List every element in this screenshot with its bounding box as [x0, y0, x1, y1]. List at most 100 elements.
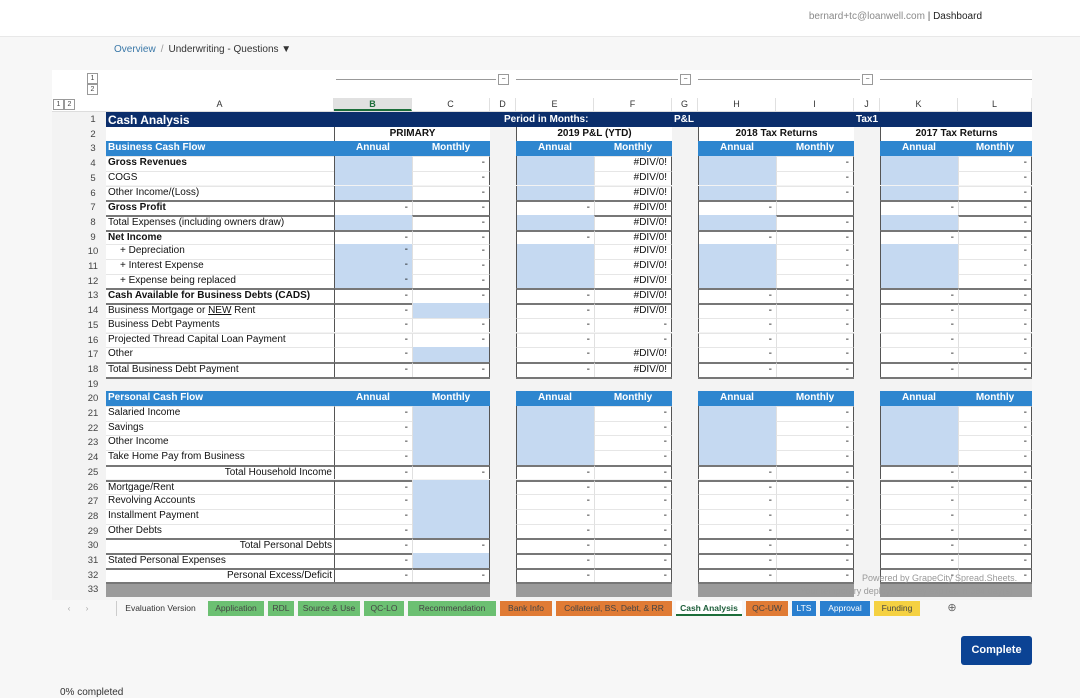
value-cell[interactable]: - — [334, 523, 412, 539]
value-cell[interactable]: - — [776, 229, 854, 245]
value-cell[interactable]: - — [776, 332, 854, 348]
value-cell[interactable]: - — [412, 567, 490, 583]
row-header[interactable]: 10 — [80, 246, 106, 257]
row-header[interactable]: 8 — [80, 217, 106, 228]
value-cell[interactable] — [412, 406, 490, 421]
value-cell[interactable]: - — [594, 538, 672, 553]
row-header[interactable]: 11 — [80, 261, 106, 272]
value-cell[interactable]: - — [594, 406, 672, 421]
row-header[interactable]: 32 — [80, 570, 106, 581]
value-cell[interactable]: - — [698, 229, 776, 245]
value-cell[interactable] — [698, 170, 776, 186]
value-cell[interactable]: - — [880, 288, 958, 304]
value-cell[interactable]: - — [698, 479, 776, 495]
value-cell[interactable]: - — [412, 332, 490, 348]
value-cell[interactable] — [412, 494, 490, 509]
value-cell[interactable]: - — [516, 288, 594, 304]
row-header[interactable]: 27 — [80, 496, 106, 507]
sheet-tab[interactable]: Approval — [820, 601, 870, 616]
value-cell[interactable] — [334, 214, 412, 230]
column-header-d[interactable]: D — [490, 98, 516, 111]
value-cell[interactable] — [516, 435, 594, 451]
value-cell[interactable] — [880, 244, 958, 259]
value-cell[interactable]: - — [334, 288, 412, 304]
value-cell[interactable]: - — [958, 406, 1032, 421]
value-cell[interactable]: - — [880, 347, 958, 362]
value-cell[interactable]: - — [516, 317, 594, 333]
column-header-i[interactable]: I — [776, 98, 854, 111]
value-cell[interactable]: - — [412, 464, 490, 480]
value-cell[interactable]: - — [594, 435, 672, 451]
value-cell[interactable]: - — [334, 494, 412, 509]
value-cell[interactable] — [412, 450, 490, 465]
row-header[interactable]: 4 — [80, 158, 106, 169]
value-cell[interactable]: - — [880, 508, 958, 524]
value-cell[interactable]: - — [880, 229, 958, 245]
value-cell[interactable]: - — [958, 303, 1032, 318]
value-cell[interactable] — [698, 214, 776, 230]
value-cell[interactable]: - — [334, 567, 412, 583]
value-cell[interactable] — [698, 435, 776, 451]
value-cell[interactable]: #DIV/0! — [594, 229, 672, 245]
value-cell[interactable]: - — [958, 523, 1032, 539]
row-header[interactable]: 18 — [80, 364, 106, 375]
value-cell[interactable]: - — [958, 450, 1032, 465]
sheet-tab[interactable]: Recommendation — [408, 601, 496, 616]
breadcrumb-overview[interactable]: Overview — [114, 44, 156, 55]
value-cell[interactable]: - — [412, 185, 490, 201]
value-cell[interactable]: - — [776, 244, 854, 259]
value-cell[interactable]: - — [958, 156, 1032, 171]
value-cell[interactable]: #DIV/0! — [594, 200, 672, 215]
value-cell[interactable]: - — [412, 200, 490, 215]
value-cell[interactable]: - — [334, 200, 412, 215]
value-cell[interactable] — [516, 156, 594, 171]
value-cell[interactable] — [516, 406, 594, 421]
value-cell[interactable]: - — [594, 567, 672, 583]
value-cell[interactable]: - — [516, 303, 594, 318]
value-cell[interactable]: - — [516, 538, 594, 553]
value-cell[interactable]: #DIV/0! — [594, 214, 672, 230]
value-cell[interactable]: - — [698, 288, 776, 304]
row-header[interactable]: 28 — [80, 511, 106, 522]
value-cell[interactable]: - — [698, 553, 776, 568]
value-cell[interactable]: - — [698, 494, 776, 509]
value-cell[interactable]: #DIV/0! — [594, 347, 672, 362]
value-cell[interactable]: - — [958, 185, 1032, 201]
value-cell[interactable]: - — [412, 214, 490, 230]
column-header-g[interactable]: G — [672, 98, 698, 111]
value-cell[interactable]: - — [776, 156, 854, 171]
value-cell[interactable]: - — [334, 553, 412, 568]
value-cell[interactable] — [412, 303, 490, 318]
value-cell[interactable]: - — [958, 508, 1032, 524]
row-header[interactable]: 14 — [80, 305, 106, 316]
sheet-tab[interactable]: Evaluation Version — [116, 601, 204, 616]
value-cell[interactable]: - — [958, 538, 1032, 553]
value-cell[interactable] — [698, 244, 776, 259]
value-cell[interactable]: - — [334, 406, 412, 421]
value-cell[interactable]: #DIV/0! — [594, 259, 672, 274]
value-cell[interactable]: - — [958, 479, 1032, 495]
collapse-group-button[interactable]: − — [498, 74, 509, 85]
value-cell[interactable]: - — [958, 347, 1032, 362]
sheet-tab[interactable]: Bank Info — [500, 601, 552, 616]
value-cell[interactable]: - — [880, 538, 958, 553]
value-cell[interactable]: - — [880, 317, 958, 333]
value-cell[interactable]: - — [880, 479, 958, 495]
value-cell[interactable]: - — [334, 259, 412, 274]
value-cell[interactable]: - — [698, 200, 776, 215]
value-cell[interactable]: - — [334, 303, 412, 318]
value-cell[interactable]: - — [594, 523, 672, 539]
value-cell[interactable]: - — [776, 464, 854, 480]
row-header[interactable]: 1 — [80, 114, 106, 125]
value-cell[interactable] — [776, 200, 854, 215]
column-header-k[interactable]: K — [880, 98, 958, 111]
value-cell[interactable] — [516, 273, 594, 289]
value-cell[interactable]: - — [880, 332, 958, 348]
column-header-c[interactable]: C — [412, 98, 490, 111]
value-cell[interactable] — [698, 156, 776, 171]
complete-button[interactable]: Complete — [961, 636, 1032, 665]
value-cell[interactable] — [412, 420, 490, 436]
value-cell[interactable] — [698, 185, 776, 201]
row-header[interactable]: 26 — [80, 482, 106, 493]
value-cell[interactable]: - — [776, 420, 854, 436]
